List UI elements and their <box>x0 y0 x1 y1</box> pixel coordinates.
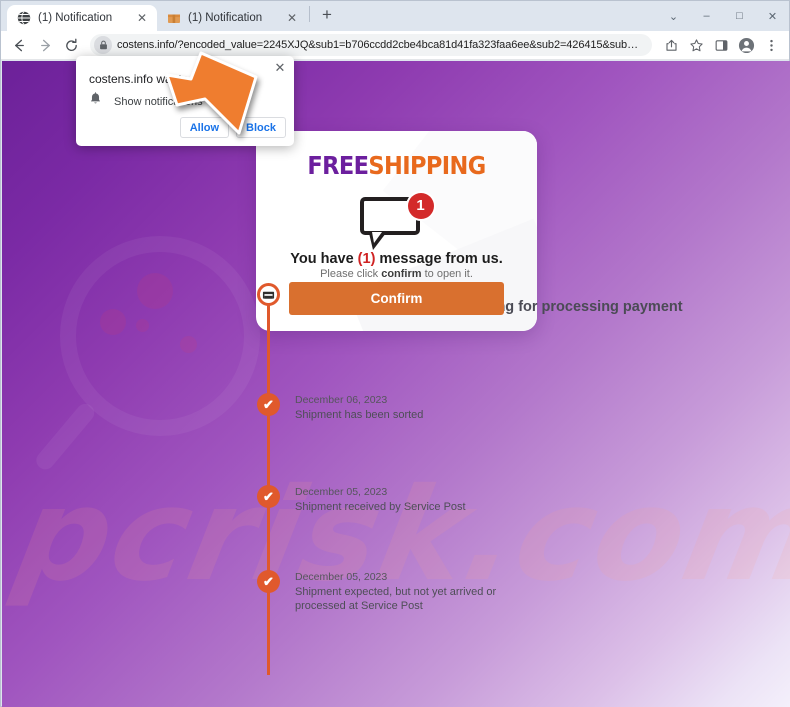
timeline-text: Shipment received by Service Post <box>295 501 466 513</box>
tab-divider <box>309 6 310 22</box>
watermark-dot <box>100 309 126 335</box>
back-button[interactable] <box>7 33 31 57</box>
message-count-badge: 1 <box>407 193 434 219</box>
screenshot-root: (1) Notification ✕ (1) Notification ✕ + … <box>0 0 790 707</box>
profile-avatar-icon[interactable] <box>734 33 758 57</box>
timeline-item: ✔ December 05, 2023 Shipment expected, b… <box>257 570 757 613</box>
check-icon: ✔ <box>257 570 280 593</box>
tab-strip: (1) Notification ✕ (1) Notification ✕ + … <box>1 1 789 31</box>
promo-content: FREESHIPPING 1 You have (1) message from… <box>256 151 537 280</box>
timeline-text: Shipment has been sorted <box>295 409 424 421</box>
sub-pre: Please click <box>320 268 382 280</box>
promo-subtext: Please click confirm to open it. <box>256 268 537 280</box>
browser-window: (1) Notification ✕ (1) Notification ✕ + … <box>0 0 790 707</box>
share-icon[interactable] <box>659 33 683 57</box>
check-glyph: ✔ <box>263 489 274 504</box>
timeline-item: ✔ December 05, 2023 Shipment received by… <box>257 485 757 570</box>
shipment-timeline: December 06, 2023 Package stuck in depot… <box>257 283 757 675</box>
tab-title: (1) Notification <box>38 12 113 24</box>
tab-title: (1) Notification <box>188 12 263 24</box>
minimize-icon[interactable]: – <box>690 1 723 31</box>
more-menu-icon[interactable] <box>759 33 783 57</box>
page-viewport: pcrisk.com FREESHIPPING 1 You have (1) m… <box>2 61 790 707</box>
timeline-body: December 06, 2023 Shipment has been sort… <box>295 393 757 422</box>
promo-logo-shipping: SHIPPING <box>368 151 486 180</box>
sub-bold: confirm <box>381 268 422 280</box>
package-box-icon <box>167 11 181 25</box>
speech-bubble-tail <box>368 232 386 250</box>
bookmark-star-icon[interactable] <box>684 33 708 57</box>
headline-count: (1) <box>357 251 376 267</box>
timeline-item: ✔ December 06, 2023 Shipment has been so… <box>257 393 757 485</box>
forward-button[interactable] <box>33 33 57 57</box>
promo-card: FREESHIPPING 1 You have (1) message from… <box>256 131 537 331</box>
browser-tab-2[interactable]: (1) Notification ✕ <box>157 5 307 31</box>
close-window-icon[interactable]: ✕ <box>756 1 789 31</box>
timeline-text: Shipment expected, but not yet arrived o… <box>295 586 497 612</box>
maximize-icon[interactable]: □ <box>723 1 756 31</box>
close-icon[interactable]: ✕ <box>272 60 288 76</box>
promo-headline: You have (1) message from us. <box>256 251 537 267</box>
reload-button[interactable] <box>59 33 83 57</box>
timeline-date: December 06, 2023 <box>295 394 388 406</box>
lock-icon[interactable] <box>94 36 112 54</box>
tab-close-button[interactable]: ✕ <box>135 11 149 25</box>
package-box-icon <box>257 283 280 306</box>
confirm-button[interactable]: Confirm <box>289 282 504 315</box>
check-glyph: ✔ <box>263 397 274 412</box>
promo-logo-free: FREE <box>307 151 369 180</box>
check-icon: ✔ <box>257 485 280 508</box>
timeline-body: December 05, 2023 Shipment expected, but… <box>295 570 540 613</box>
tab-close-button[interactable]: ✕ <box>285 11 299 25</box>
bell-icon <box>89 92 102 111</box>
timeline-date: December 05, 2023 <box>295 571 388 583</box>
globe-icon <box>17 11 31 25</box>
side-panel-icon[interactable] <box>709 33 733 57</box>
mouse-cursor-arrow <box>161 49 259 140</box>
timeline-body: December 05, 2023 Shipment received by S… <box>295 485 757 514</box>
new-tab-button[interactable]: + <box>314 2 340 28</box>
sub-post: to open it. <box>421 268 473 280</box>
browser-tab-1[interactable]: (1) Notification ✕ <box>7 5 157 31</box>
watermark-dot <box>137 273 173 309</box>
timeline-date: December 05, 2023 <box>295 486 388 498</box>
message-bubble-icon: 1 <box>359 193 434 250</box>
headline-post: message from us. <box>375 251 503 267</box>
toolbar-actions <box>659 33 783 57</box>
watermark-dot <box>136 319 149 332</box>
tab-search-icon[interactable]: ⌄ <box>657 1 690 31</box>
headline-pre: You have <box>290 251 358 267</box>
watermark-dot <box>180 336 197 353</box>
check-glyph: ✔ <box>263 574 274 589</box>
check-icon: ✔ <box>257 393 280 416</box>
promo-logo: FREESHIPPING <box>256 151 537 180</box>
window-controls: ⌄ – □ ✕ <box>657 1 789 31</box>
